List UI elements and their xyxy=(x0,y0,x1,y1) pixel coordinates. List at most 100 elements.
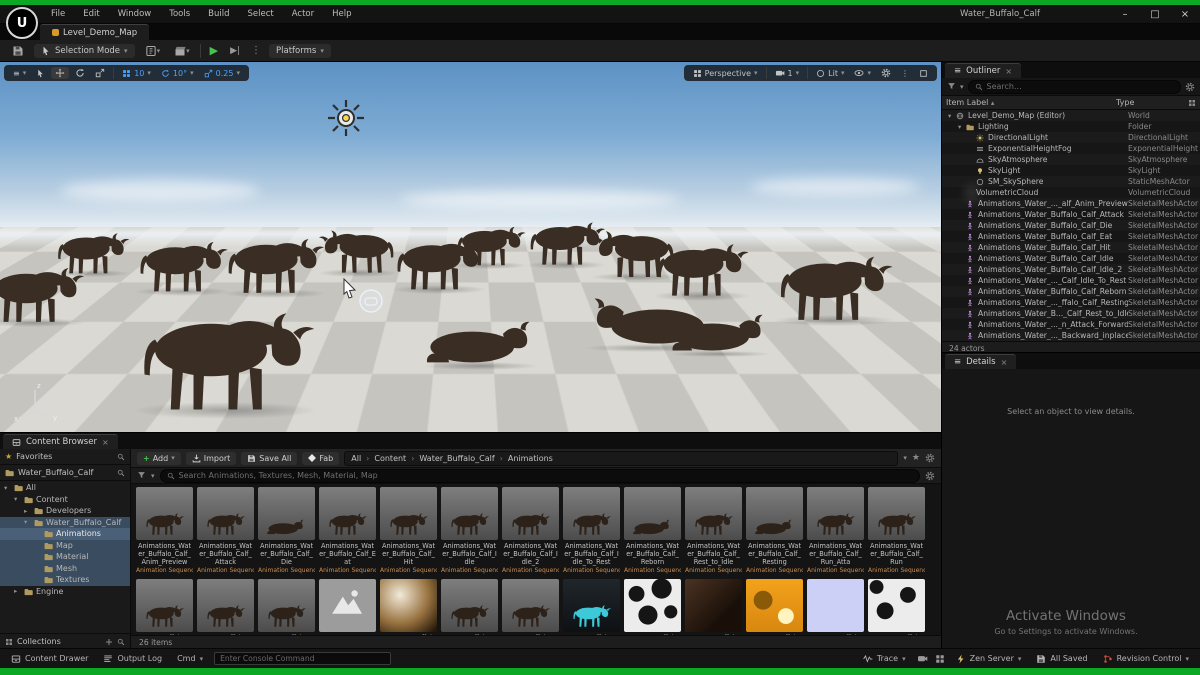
filter-icon[interactable] xyxy=(137,471,146,480)
outliner-row[interactable]: Animations_Water_..._ffalo_Calf_Resting … xyxy=(942,297,1200,308)
menu-item[interactable]: File xyxy=(42,7,74,21)
search-icon[interactable] xyxy=(117,469,125,477)
close-icon[interactable]: × xyxy=(1005,67,1012,76)
collections-header[interactable]: Collections xyxy=(0,633,130,649)
minimize-button[interactable]: – xyxy=(1110,8,1140,21)
outliner-row[interactable]: Animations_Water_..._Backward_inplace Sk… xyxy=(942,330,1200,341)
close-icon[interactable]: × xyxy=(102,438,109,447)
save-all-button[interactable]: Save All xyxy=(241,451,298,465)
asset-tile[interactable]: Water_Buffalo_Calf_Rig Physics Asset xyxy=(563,579,620,635)
folder-tree-item[interactable]: Material xyxy=(0,551,130,563)
tab-content-browser[interactable]: Content Browser × xyxy=(3,434,118,449)
buffalo-actor[interactable] xyxy=(120,294,330,419)
gear-icon[interactable] xyxy=(925,453,935,463)
expand-arrow-icon[interactable]: ▾ xyxy=(4,484,11,492)
show-flags-dropdown[interactable]: ▾ xyxy=(850,67,875,79)
outliner-row[interactable]: ▾ Lighting Folder xyxy=(942,121,1200,132)
asset-tile[interactable]: T_Water_Buffalo_Normal Texture xyxy=(807,579,864,635)
level-viewport[interactable]: z y x ≡ ▾ 10 ▾ 10° ▾ 0.25 ▾ Perspective ▾ 1 ▾ xyxy=(0,62,942,432)
buffalo-actor[interactable] xyxy=(0,257,93,328)
filter-icon[interactable] xyxy=(947,82,956,91)
platforms-dropdown[interactable]: Platforms ▾ xyxy=(269,43,331,58)
tab-outliner[interactable]: ≡ Outliner × xyxy=(945,63,1022,78)
rotate-tool[interactable] xyxy=(71,67,89,79)
unreal-logo[interactable]: U xyxy=(6,7,38,39)
select-tool[interactable] xyxy=(32,68,49,79)
folder-tree-item[interactable]: ▸ Developers xyxy=(0,505,130,517)
menu-item[interactable]: Build xyxy=(199,7,238,21)
asset-tile[interactable]: Animations_Water_Buffalo_Calf_Anim_Previ… xyxy=(136,487,193,574)
outliner-row[interactable]: Animations_Water_Buffalo_Calf_Idle_2 Ske… xyxy=(942,264,1200,275)
asset-tile[interactable]: Animations_Water_Buffalo_Calf_Idle_2 Ani… xyxy=(502,487,559,574)
outliner-row[interactable]: ▾ Level_Demo_Map (Editor) World xyxy=(942,110,1200,121)
folder-tree-item[interactable]: Textures xyxy=(0,574,130,586)
cmd-dropdown[interactable]: Cmd ▾ xyxy=(173,653,207,664)
content-drawer-button[interactable]: Content Drawer xyxy=(7,653,92,665)
outliner-row[interactable]: SkyAtmosphere SkyAtmosphere xyxy=(942,154,1200,165)
zen-server-dropdown[interactable]: Zen Server ▾ xyxy=(952,653,1026,665)
project-header[interactable]: Water_Buffalo_Calf xyxy=(0,465,130,481)
level-tab[interactable]: Level_Demo_Map xyxy=(40,24,150,40)
asset-tile[interactable]: Animations_Water_Buffalo_Calf_Idle Anima… xyxy=(441,487,498,574)
expand-arrow-icon[interactable]: ▸ xyxy=(14,587,21,595)
column-settings-icon[interactable] xyxy=(1188,99,1196,107)
asset-tile[interactable]: T_Water_Buffalo_Spots Texture xyxy=(868,579,925,635)
grid-snap-toggle[interactable]: 10 ▾ xyxy=(118,68,155,79)
asset-tile[interactable]: M_Water_Buffalo_Calf Material xyxy=(380,579,437,635)
menu-item[interactable]: Tools xyxy=(160,7,199,21)
close-button[interactable]: × xyxy=(1170,8,1200,21)
outliner-row[interactable]: VolumetricCloud VolumetricCloud xyxy=(942,187,1200,198)
asset-tile[interactable]: T_Water_Buffalo_Mask Texture xyxy=(624,579,681,635)
expand-arrow-icon[interactable]: ▾ xyxy=(14,495,21,503)
breadcrumb-item[interactable]: Animations xyxy=(495,454,553,463)
revision-control-dropdown[interactable]: Revision Control ▾ xyxy=(1099,653,1193,665)
menu-item[interactable]: Select xyxy=(239,7,283,21)
all-saved-indicator[interactable]: All Saved xyxy=(1032,653,1091,665)
outliner-row[interactable]: Animations_Water_..._alf_Anim_Preview Sk… xyxy=(942,198,1200,209)
outliner-row[interactable]: Animations_Water_..._Calf_Idle_To_Rest S… xyxy=(942,275,1200,286)
menu-item[interactable]: Window xyxy=(109,7,161,21)
asset-tile[interactable]: Animations_Water_Buffalo_Calf_Hit Animat… xyxy=(380,487,437,574)
folder-tree-item[interactable]: Mesh xyxy=(0,562,130,574)
grid-icon[interactable] xyxy=(935,654,945,664)
asset-tile[interactable]: Water_Buffalo_Calf_Preview Skeletal Mesh xyxy=(502,579,559,635)
skip-button[interactable]: ▶| xyxy=(227,46,243,56)
camera-speed-dropdown[interactable]: 1 ▾ xyxy=(771,67,804,79)
breadcrumb-item[interactable]: Content xyxy=(361,454,406,463)
console-command-input[interactable]: Enter Console Command xyxy=(214,652,392,665)
folder-tree-item[interactable]: Animations xyxy=(0,528,130,540)
viewport-kebab-icon[interactable]: ⋮ xyxy=(897,68,913,79)
outliner-row[interactable]: Animations_Water_Buffalo_Calf_Idle Skele… xyxy=(942,253,1200,264)
outliner-row[interactable]: Animations_Water_Buffalo_Calf_Attack Ske… xyxy=(942,209,1200,220)
maximize-button[interactable]: □ xyxy=(1140,8,1170,21)
play-button[interactable]: ▶ xyxy=(207,44,221,57)
view-mode-dropdown[interactable]: Lit ▾ xyxy=(812,68,848,79)
outliner-row[interactable]: Animations_Water_Buffalo_Calf_Reborn Ske… xyxy=(942,286,1200,297)
expand-arrow-icon[interactable]: ▾ xyxy=(948,112,956,120)
gear-icon[interactable] xyxy=(1185,82,1195,92)
bookmark-icon[interactable]: ★ xyxy=(912,453,920,463)
outliner-search-input[interactable]: Search... xyxy=(967,79,1181,94)
trace-dropdown[interactable]: Trace ▾ xyxy=(859,653,910,665)
add-button[interactable]: + Add ▾ xyxy=(137,451,181,465)
perspective-dropdown[interactable]: Perspective ▾ xyxy=(689,68,762,79)
favorites-header[interactable]: ★ Favorites xyxy=(0,449,130,465)
search-icon[interactable] xyxy=(117,638,125,646)
asset-tile[interactable]: Water_Buffalo_Calf_Physics Physics Asset xyxy=(197,579,254,635)
outliner-row[interactable]: Animations_Water_B..._Calf_Rest_to_Idle … xyxy=(942,308,1200,319)
search-icon[interactable] xyxy=(117,453,125,461)
outliner-row[interactable]: SkyLight SkyLight xyxy=(942,165,1200,176)
menu-item[interactable]: Help xyxy=(323,7,360,21)
cinematics-dropdown[interactable]: ▾ xyxy=(170,43,194,59)
folder-tree-item[interactable]: Map xyxy=(0,539,130,551)
move-tool[interactable] xyxy=(51,67,70,79)
asset-search-input[interactable]: Search Animations, Textures, Mesh, Mater… xyxy=(159,468,920,483)
expand-arrow-icon[interactable]: ▾ xyxy=(24,518,31,526)
output-log-button[interactable]: Output Log xyxy=(99,653,166,665)
column-item-label[interactable]: Item Label ▴ xyxy=(946,98,1116,107)
viewport-options-menu[interactable]: ≡ ▾ xyxy=(9,68,30,79)
path-chevron-icon[interactable]: ▾ xyxy=(903,454,907,462)
view-options-icon[interactable] xyxy=(925,471,935,481)
outliner-row[interactable]: Animations_Water_..._n_Attack_Forward Sk… xyxy=(942,319,1200,330)
menu-item[interactable]: Actor xyxy=(283,7,323,21)
